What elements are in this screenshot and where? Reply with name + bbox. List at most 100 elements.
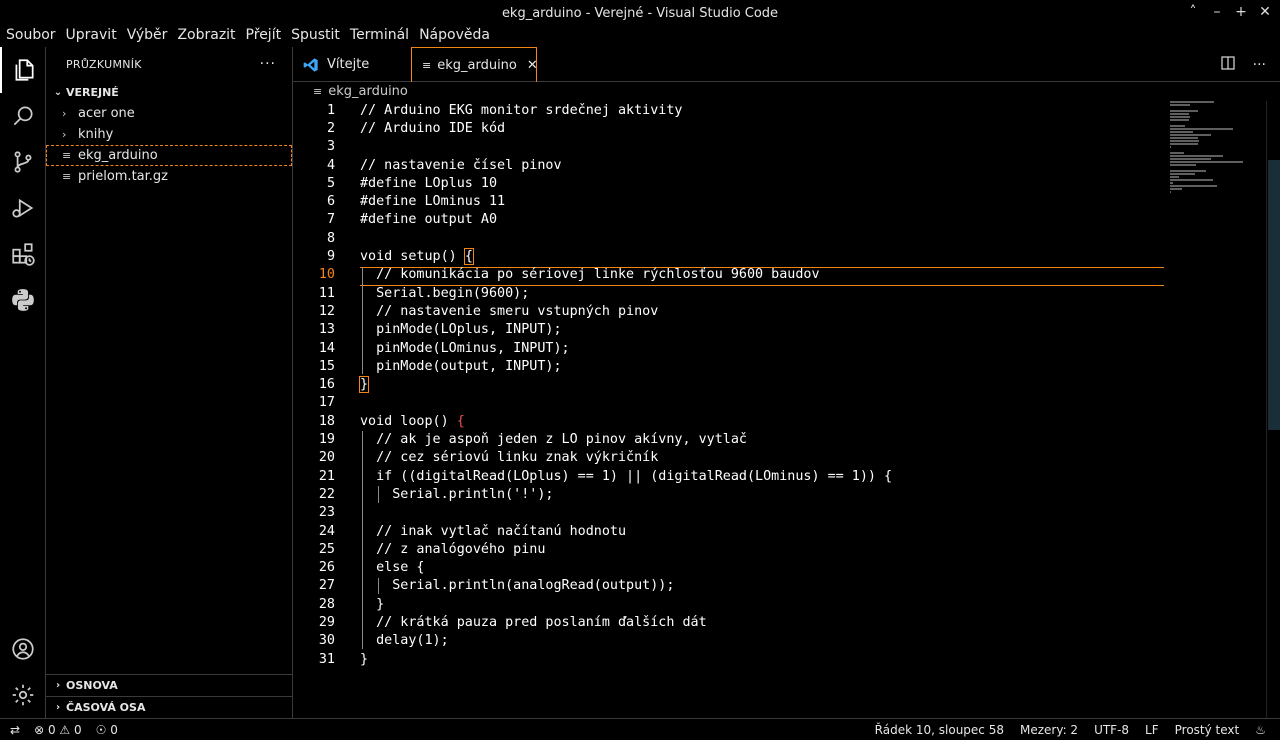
code-line[interactable]: 1 // Arduino EKG monitor srdečnej aktivit… <box>293 101 1173 119</box>
code-line[interactable]: 26 else { <box>293 559 1173 577</box>
code-line[interactable]: 7 #define output A0 <box>293 211 1173 229</box>
code-line[interactable]: 20 // cez sériovú linku znak výkričník <box>293 449 1173 467</box>
end-of-line[interactable]: LF <box>1145 723 1159 737</box>
notifications-bell-icon[interactable]: ♨ <box>1255 723 1266 737</box>
ports-indicator[interactable]: ☉ 0 <box>96 723 118 737</box>
line-number: 30 <box>318 633 335 649</box>
code-line[interactable]: 30 delay(1); <box>293 632 1173 650</box>
line-number: 29 <box>318 615 335 631</box>
code-line[interactable]: 24 // inak vytlač načítanú hodnotu <box>293 522 1173 540</box>
tab-welcome[interactable]: Vítejte <box>293 47 411 82</box>
code-line[interactable]: 27 Serial.println(analogRead(output)); <box>293 577 1173 595</box>
code-text: #define LOplus 10 <box>360 175 498 191</box>
code-line[interactable]: 2 // Arduino IDE kód <box>293 119 1173 137</box>
cursor-position[interactable]: Řádek 10, sloupec 58 <box>875 723 1004 737</box>
minimize-button[interactable]: – <box>1210 4 1224 20</box>
close-icon[interactable]: ✕ <box>527 58 538 73</box>
extensions-icon[interactable] <box>0 231 46 277</box>
maximize-button[interactable]: + <box>1234 4 1248 20</box>
code-line[interactable]: 23 <box>293 504 1173 522</box>
code-editor[interactable]: 1 // Arduino EKG monitor srdečnej aktivit… <box>293 101 1280 718</box>
code-line[interactable]: 25 // z analógového pinu <box>293 540 1173 558</box>
line-number: 13 <box>318 322 335 338</box>
minimap-line <box>1170 101 1214 103</box>
menu-edit[interactable]: Upravit <box>61 24 122 46</box>
code-line[interactable]: 12 // nastavenie smeru vstupných pinov <box>293 302 1173 320</box>
line-number: 8 <box>326 230 335 246</box>
outline-section[interactable]: › OSNOVA <box>46 674 292 696</box>
code-text: // ak je aspoň jeden z LO pinov akívny, … <box>360 432 747 448</box>
error-icon: ⊗ <box>34 722 45 737</box>
code-line[interactable]: 31} <box>293 650 1173 668</box>
breadcrumb[interactable]: ≡ ekg_arduino <box>293 82 1280 101</box>
indentation[interactable]: Mezery: 2 <box>1020 723 1078 737</box>
more-actions-button[interactable]: ··· <box>260 56 276 72</box>
line-number: 17 <box>318 395 335 411</box>
menu-go[interactable]: Přejít <box>241 24 287 46</box>
run-debug-icon[interactable] <box>0 185 46 231</box>
tree-folder-knihy[interactable]: › knihy <box>46 124 292 145</box>
line-number: 27 <box>318 578 335 594</box>
folder-section-verejne[interactable]: ⌄ VEREJNÉ <box>46 81 292 103</box>
code-text: // komunikácia po sériovej linke rýchlos… <box>360 267 820 283</box>
code-line[interactable]: 6 #define LOminus 11 <box>293 193 1173 211</box>
code-line[interactable]: 18 void loop() { <box>293 412 1173 430</box>
explorer-icon[interactable] <box>0 47 46 93</box>
code-line[interactable]: 21 if ((digitalRead(LOplus) == 1) || (di… <box>293 467 1173 485</box>
close-window-button[interactable]: ✕ <box>1258 4 1272 20</box>
minimap-line <box>1170 170 1207 172</box>
code-line[interactable]: 5 #define LOplus 10 <box>293 174 1173 192</box>
language-mode[interactable]: Prostý text <box>1175 723 1240 737</box>
menu-help[interactable]: Nápověda <box>414 24 495 46</box>
warning-count: 0 <box>74 722 82 737</box>
code-line[interactable]: 3 <box>293 138 1173 156</box>
scrollbar-thumb[interactable] <box>1268 160 1280 430</box>
gear-icon[interactable] <box>0 672 46 718</box>
more-actions-icon[interactable]: ··· <box>1253 57 1266 73</box>
code-line[interactable]: 28 } <box>293 595 1173 613</box>
remote-icon[interactable]: ⇄ <box>10 723 20 737</box>
code-line[interactable]: 9 void setup() { <box>293 247 1173 266</box>
timeline-section[interactable]: › ČASOVÁ OSA <box>46 696 292 718</box>
code-line[interactable]: 29 // krátká pauza pred poslaním ďalších… <box>293 613 1173 631</box>
code-line[interactable]: 14 pinMode(LOminus, INPUT); <box>293 339 1173 357</box>
menu-selection[interactable]: Výběr <box>122 24 173 46</box>
split-editor-icon[interactable] <box>1221 55 1235 74</box>
search-icon[interactable] <box>0 93 46 139</box>
source-control-icon[interactable] <box>0 139 46 185</box>
minimap-line <box>1170 152 1185 154</box>
line-number: 14 <box>318 340 335 356</box>
code-line[interactable]: 17 <box>293 394 1173 412</box>
window-shade-button[interactable]: ˄ <box>1186 4 1200 20</box>
code-line[interactable]: 10 // komunikácia po sériovej linke rých… <box>293 266 1173 284</box>
code-text: } <box>358 376 370 394</box>
code-line[interactable]: 11 Serial.begin(9600); <box>293 284 1173 302</box>
code-line[interactable]: 19 // ak je aspoň jeden z LO pinov akívn… <box>293 430 1173 448</box>
encoding[interactable]: UTF-8 <box>1094 723 1129 737</box>
account-icon[interactable] <box>0 626 46 672</box>
tree-file-prielom[interactable]: ≡ prielom.tar.gz <box>46 166 292 187</box>
tree-file-ekg-arduino[interactable]: ≡ ekg_arduino <box>46 145 292 166</box>
code-line[interactable]: 4 // nastavenie čísel pinov <box>293 156 1173 174</box>
code-line[interactable]: 13 pinMode(LOplus, INPUT); <box>293 321 1173 339</box>
code-text: if ((digitalRead(LOplus) == 1) || (digit… <box>360 468 893 484</box>
code-line[interactable]: 22 Serial.println('!'); <box>293 485 1173 503</box>
python-icon[interactable] <box>0 277 46 323</box>
menu-view[interactable]: Zobrazit <box>172 24 240 46</box>
tab-ekg-arduino[interactable]: ≡ ekg_arduino ✕ <box>411 47 538 82</box>
line-number: 4 <box>326 157 335 173</box>
menu-terminal[interactable]: Terminál <box>345 24 414 46</box>
code-line[interactable]: 16} <box>293 376 1173 394</box>
line-number: 20 <box>318 450 335 466</box>
tree-folder-acer-one[interactable]: › acer one <box>46 103 292 124</box>
menu-run[interactable]: Spustit <box>286 24 345 46</box>
menu-file[interactable]: Soubor <box>0 24 61 46</box>
code-line[interactable]: 15 pinMode(output, INPUT); <box>293 357 1173 375</box>
problems-indicator[interactable]: ⊗ 0 ⚠ 0 <box>34 723 82 737</box>
line-number: 3 <box>326 139 335 155</box>
code-text: } <box>360 651 369 667</box>
code-line[interactable]: 8 <box>293 229 1173 247</box>
minimap[interactable] <box>1170 101 1250 193</box>
sidebar-bottom-sections: › OSNOVA › ČASOVÁ OSA <box>46 674 292 718</box>
folder-name: VEREJNÉ <box>66 85 119 99</box>
